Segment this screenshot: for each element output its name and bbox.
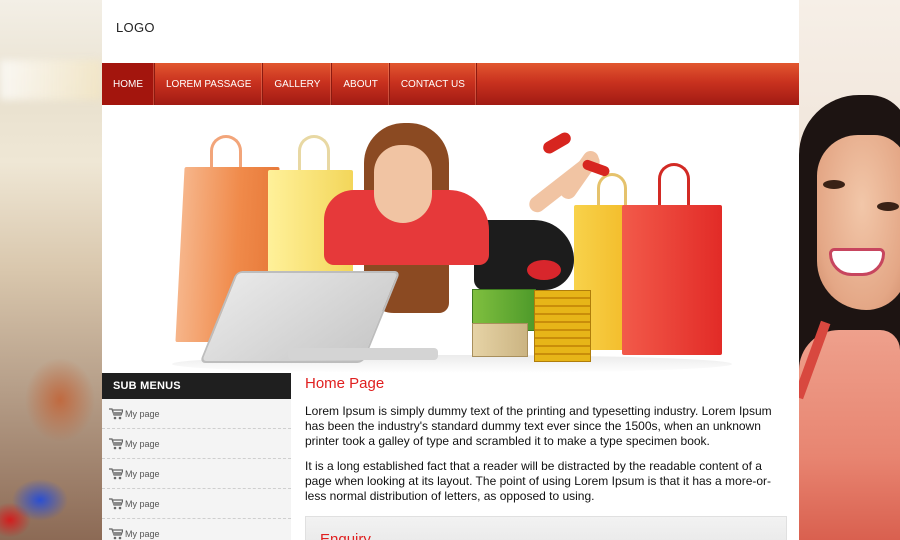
page-container: LOGO HOME LOREM PASSAGE GALLERY ABOUT CO… [102, 0, 799, 540]
background-right-photo [799, 0, 900, 540]
enquiry-title: Enquiry [320, 531, 371, 540]
cart-icon [109, 467, 123, 479]
sidebar-item[interactable]: My page [102, 459, 291, 489]
logo[interactable]: LOGO [116, 20, 155, 35]
sidebar-item-label: My page [125, 468, 160, 479]
nav-contact-us[interactable]: CONTACT US [390, 63, 477, 105]
sidebar-submenu: SUB MENUS My page My page My page My pag… [102, 373, 291, 540]
cart-icon [109, 407, 123, 419]
sidebar-item-label: My page [125, 528, 160, 539]
sidebar-heading: SUB MENUS [102, 373, 291, 399]
nav-lorem-passage[interactable]: LOREM PASSAGE [155, 63, 264, 105]
content-paragraph: It is a long established fact that a rea… [305, 459, 772, 503]
sidebar-item[interactable]: My page [102, 489, 291, 519]
cart-icon [109, 497, 123, 509]
content-paragraph: Lorem Ipsum is simply dummy text of the … [305, 404, 772, 448]
page-title: Home Page [305, 375, 385, 392]
sidebar-item-label: My page [125, 498, 160, 509]
sidebar-item-label: My page [125, 438, 160, 449]
sidebar-item[interactable]: My page [102, 399, 291, 429]
main-nav: HOME LOREM PASSAGE GALLERY ABOUT CONTACT… [102, 63, 799, 105]
header: LOGO [102, 0, 799, 63]
background-left-photo [0, 0, 102, 540]
sidebar-item[interactable]: My page [102, 519, 291, 540]
hero-banner-image [102, 105, 799, 373]
cart-icon [109, 527, 123, 539]
cart-icon [109, 437, 123, 449]
nav-gallery[interactable]: GALLERY [263, 63, 333, 105]
nav-home[interactable]: HOME [102, 63, 155, 105]
enquiry-box: Enquiry [305, 516, 787, 540]
sidebar-item-label: My page [125, 408, 160, 419]
main-content: Home Page Lorem Ipsum is simply dummy te… [305, 373, 787, 540]
sidebar-item[interactable]: My page [102, 429, 291, 459]
nav-about[interactable]: ABOUT [332, 63, 390, 105]
